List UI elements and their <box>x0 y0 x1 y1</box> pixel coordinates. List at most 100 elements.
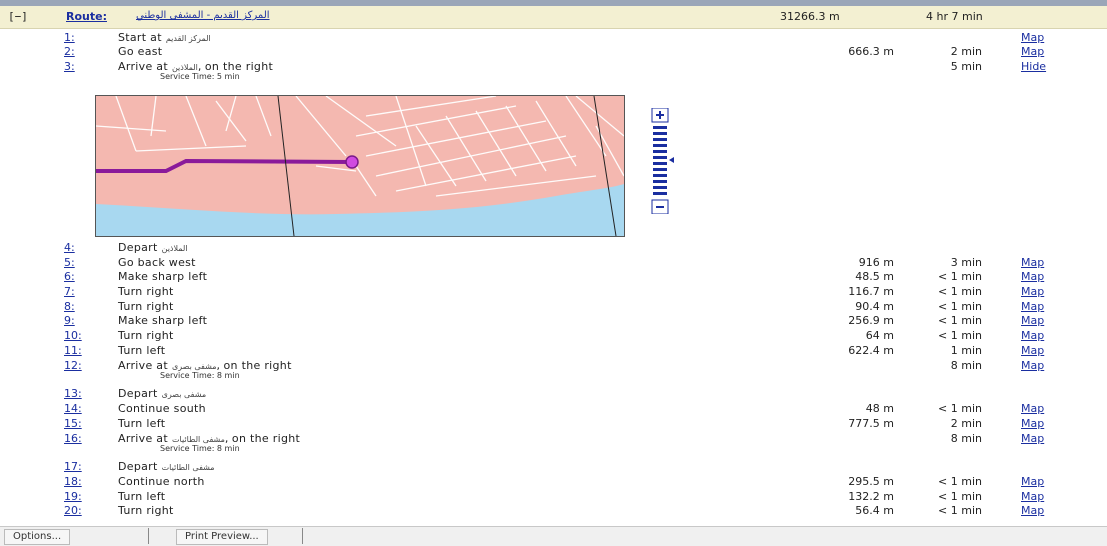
step-number-link[interactable]: 19: <box>64 490 82 504</box>
map-canvas <box>96 96 624 236</box>
step-number-link[interactable]: 17: <box>64 460 82 474</box>
step-number-link[interactable]: 9: <box>64 314 75 328</box>
step-number-link[interactable]: 4: <box>64 241 75 255</box>
step-instruction: Turn right <box>118 300 174 314</box>
map-link[interactable]: Map <box>1021 432 1044 446</box>
step-number-link[interactable]: 11: <box>64 344 82 358</box>
step-number-link[interactable]: 1: <box>64 31 75 45</box>
step-text: Turn right <box>118 504 174 517</box>
step-instruction: Continue south <box>118 402 206 416</box>
direction-row: 17: Depart مشفى الطائيات <box>0 460 1107 474</box>
step-time: 2 min <box>950 45 982 58</box>
step-number-link[interactable]: 14: <box>64 402 82 416</box>
map-link[interactable]: Map <box>1021 300 1044 314</box>
map-link[interactable]: Map <box>1021 417 1044 431</box>
step-time: < 1 min <box>938 475 982 488</box>
route-total-time: 4 hr 7 min <box>926 10 983 23</box>
step-instruction: Depart مشفى بصرى <box>118 387 206 402</box>
direction-row: 10: Turn right 64 m < 1 min Map <box>0 329 1107 343</box>
step-distance: 777.5 m <box>848 417 894 430</box>
step-number-link[interactable]: 13: <box>64 387 82 401</box>
step-number-link[interactable]: 8: <box>64 300 75 314</box>
step-instruction: Turn left <box>118 490 165 504</box>
direction-row: 11: Turn left 622.4 m 1 min Map <box>0 344 1107 358</box>
step-number-link[interactable]: 7: <box>64 285 75 299</box>
step-number-link[interactable]: 16: <box>64 432 82 446</box>
step-number-link[interactable]: 3: <box>64 60 75 74</box>
step-instruction: Turn right <box>118 504 174 518</box>
step-instruction: Turn right <box>118 329 174 343</box>
toolbar-separator <box>302 528 303 544</box>
service-time: Service Time: 8 min <box>160 371 240 380</box>
step-distance: 90.4 m <box>855 300 894 313</box>
step-text: Turn right <box>118 329 174 342</box>
step-text: Depart <box>118 460 158 473</box>
toolbar-separator <box>148 528 149 544</box>
destination-marker[interactable] <box>345 155 359 169</box>
step-text: Turn left <box>118 344 166 357</box>
step-text: Go east <box>118 45 163 58</box>
step-number-link[interactable]: 12: <box>64 359 82 373</box>
map-link[interactable]: Map <box>1021 329 1044 343</box>
step-instruction: Depart مشفى الطائيات <box>118 460 215 475</box>
step-number-link[interactable]: 5: <box>64 256 75 270</box>
map-link[interactable]: Map <box>1021 504 1044 518</box>
step-time: < 1 min <box>938 402 982 415</box>
step-distance: 48.5 m <box>855 270 894 283</box>
step-number-link[interactable]: 2: <box>64 45 75 59</box>
step-distance: 916 m <box>858 256 894 269</box>
step-text: Start at <box>118 31 162 44</box>
step-instruction: Depart الملاذين <box>118 241 188 256</box>
map-link[interactable]: Map <box>1021 45 1044 59</box>
map-link[interactable]: Map <box>1021 475 1044 489</box>
place-name: مشفى الطائيات <box>161 463 215 472</box>
step-text: Continue north <box>118 475 205 488</box>
step-text: Depart <box>118 387 158 400</box>
route-label[interactable]: Route: <box>66 10 107 23</box>
step-text: Turn left <box>118 490 166 503</box>
map-link[interactable]: Map <box>1021 402 1044 416</box>
step-number-link[interactable]: 6: <box>64 270 75 284</box>
zoom-control[interactable] <box>650 107 674 215</box>
direction-row: 13: Depart مشفى بصرى <box>0 387 1107 401</box>
print-preview-button[interactable]: Print Preview... <box>176 529 268 545</box>
map-link[interactable]: Map <box>1021 490 1044 504</box>
map-link[interactable]: Map <box>1021 256 1044 270</box>
step-time: < 1 min <box>938 300 982 313</box>
direction-row: 15: Turn left 777.5 m 2 min Map <box>0 417 1107 431</box>
service-time: Service Time: 8 min <box>160 444 240 453</box>
place-name: مشفى بصرى <box>171 362 217 371</box>
step-map[interactable] <box>95 95 625 237</box>
step-text: Turn right <box>118 285 174 298</box>
collapse-toggle[interactable]: [−] <box>8 10 28 23</box>
map-link[interactable]: Map <box>1021 285 1044 299</box>
step-time: 1 min <box>950 344 982 357</box>
step-instruction: Start at المركز القديم <box>118 31 211 46</box>
step-distance: 116.7 m <box>848 285 894 298</box>
step-time: 8 min <box>950 359 982 372</box>
step-instruction: Continue north <box>118 475 205 489</box>
step-instruction: Make sharp left <box>118 314 207 328</box>
service-time: Service Time: 5 min <box>160 72 240 81</box>
step-time: < 1 min <box>938 314 982 327</box>
step-text: Turn left <box>118 417 166 430</box>
step-number-link[interactable]: 15: <box>64 417 82 431</box>
map-link[interactable]: Map <box>1021 344 1044 358</box>
step-distance: 56.4 m <box>855 504 894 517</box>
place-name: الملاذين <box>171 63 198 72</box>
map-link[interactable]: Map <box>1021 31 1044 45</box>
map-link[interactable]: Map <box>1021 314 1044 328</box>
step-number-link[interactable]: 10: <box>64 329 82 343</box>
step-distance: 256.9 m <box>848 314 894 327</box>
route-name[interactable]: المركز القديم - المشفى الوطني <box>136 10 270 21</box>
step-number-link[interactable]: 20: <box>64 504 82 518</box>
direction-row: 14: Continue south 48 m < 1 min Map <box>0 402 1107 416</box>
step-number-link[interactable]: 18: <box>64 475 82 489</box>
hide-map-link[interactable]: Hide <box>1021 60 1046 74</box>
step-time: < 1 min <box>938 270 982 283</box>
map-link[interactable]: Map <box>1021 359 1044 373</box>
step-time: < 1 min <box>938 490 982 503</box>
options-button[interactable]: Options... <box>4 529 71 545</box>
step-time: 2 min <box>950 417 982 430</box>
map-link[interactable]: Map <box>1021 270 1044 284</box>
